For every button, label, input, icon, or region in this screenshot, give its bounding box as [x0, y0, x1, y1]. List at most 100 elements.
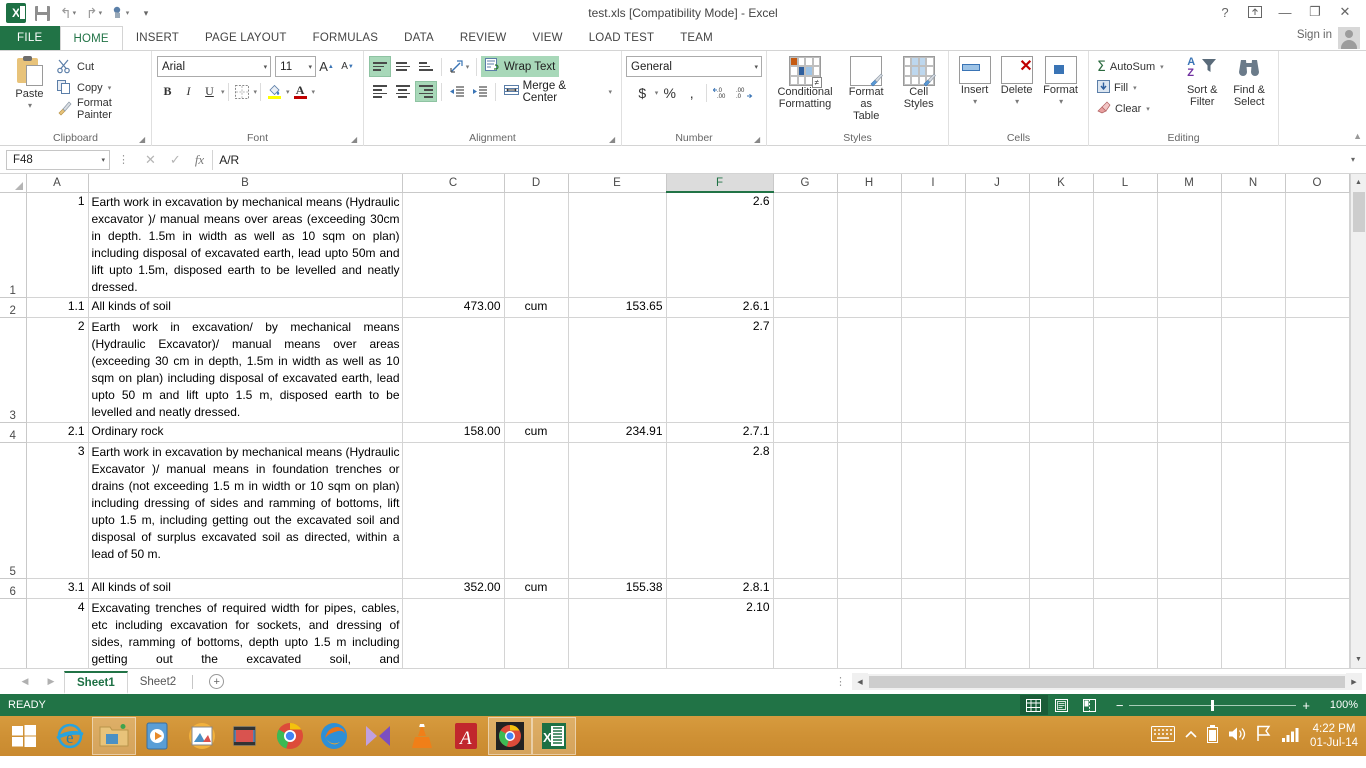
cell-N3[interactable]: [1221, 317, 1286, 423]
find-select-button[interactable]: Find & Select: [1225, 54, 1273, 130]
tab-page-layout[interactable]: PAGE LAYOUT: [192, 26, 300, 50]
ribbon-display-options-icon[interactable]: [1240, 2, 1270, 22]
center-button[interactable]: [392, 81, 414, 102]
cell-L2[interactable]: [1093, 297, 1158, 318]
increase-font-size-button[interactable]: A ▲: [316, 56, 337, 77]
touch-mode-icon[interactable]: ▾: [108, 2, 132, 24]
clear-button[interactable]: Clear ▾: [1094, 98, 1179, 119]
cell-O2[interactable]: [1285, 297, 1350, 318]
tab-view[interactable]: VIEW: [519, 26, 575, 50]
cell-N6[interactable]: [1221, 578, 1286, 599]
undo-icon[interactable]: ↰ ▾: [56, 2, 80, 24]
cell-F2[interactable]: 2.6.1: [666, 297, 774, 318]
col-header-e[interactable]: E: [568, 174, 667, 193]
horizontal-scroll-thumb[interactable]: [869, 675, 1345, 688]
cell-K6[interactable]: [1029, 578, 1094, 599]
cell-J3[interactable]: [965, 317, 1030, 423]
zoom-in-button[interactable]: +: [1296, 698, 1316, 713]
cell-E5[interactable]: [568, 442, 667, 579]
decrease-font-size-button[interactable]: A ▼: [337, 56, 358, 77]
col-header-a[interactable]: A: [26, 174, 89, 193]
row-header[interactable]: 3: [0, 317, 27, 423]
adobe-reader-icon[interactable]: A: [444, 717, 488, 755]
font-name-dropdown-icon[interactable]: ▾: [264, 63, 268, 71]
cell-B6[interactable]: All kinds of soil: [88, 578, 403, 599]
cell-I4[interactable]: [901, 422, 966, 443]
chrome-icon[interactable]: [268, 717, 312, 755]
col-header-o[interactable]: O: [1285, 174, 1350, 193]
col-header-b[interactable]: B: [88, 174, 403, 193]
cell-G4[interactable]: [773, 422, 838, 443]
enter-icon[interactable]: ✓: [170, 152, 181, 168]
cell-J1[interactable]: [965, 192, 1030, 298]
save-icon[interactable]: [30, 2, 54, 24]
cell-G5[interactable]: [773, 442, 838, 579]
horizontal-scrollbar[interactable]: ◀ ▶: [852, 673, 1362, 690]
copy-button[interactable]: Copy ▾: [54, 77, 146, 98]
cell-A3[interactable]: 2: [26, 317, 89, 423]
normal-view-button[interactable]: [1019, 695, 1048, 715]
cell-A2[interactable]: 1.1: [26, 297, 89, 318]
cell-G1[interactable]: [773, 192, 838, 298]
cell-M6[interactable]: [1157, 578, 1222, 599]
cell-K2[interactable]: [1029, 297, 1094, 318]
cell-B4[interactable]: Ordinary rock: [88, 422, 403, 443]
cell-H4[interactable]: [837, 422, 902, 443]
cell-L4[interactable]: [1093, 422, 1158, 443]
clipboard-dialog-launcher-icon[interactable]: ◢: [139, 135, 148, 144]
name-box[interactable]: F48 ▾: [6, 149, 110, 170]
name-box-dropdown-icon[interactable]: ▾: [101, 156, 105, 164]
percent-style-button[interactable]: %: [659, 82, 680, 103]
font-name-input[interactable]: Arial ▾: [157, 56, 272, 77]
cell-I3[interactable]: [901, 317, 966, 423]
show-hidden-icons[interactable]: [1185, 727, 1197, 745]
vlc-icon[interactable]: [400, 717, 444, 755]
cell-J6[interactable]: [965, 578, 1030, 599]
cell-O6[interactable]: [1285, 578, 1350, 599]
cell-D[interactable]: [504, 598, 569, 668]
col-header-j[interactable]: J: [965, 174, 1030, 193]
cell-A6[interactable]: 3.1: [26, 578, 89, 599]
cell-I[interactable]: [901, 598, 966, 668]
cell-E[interactable]: [568, 598, 667, 668]
cell-A[interactable]: 4: [26, 598, 89, 668]
align-right-button[interactable]: [414, 81, 437, 102]
media-app-icon[interactable]: [356, 717, 400, 755]
tab-home[interactable]: HOME: [59, 26, 123, 50]
zoom-slider[interactable]: − +: [1104, 698, 1322, 713]
avatar[interactable]: [1338, 27, 1360, 49]
cell-F4[interactable]: 2.7.1: [666, 422, 774, 443]
sheet-tab-sheet2[interactable]: Sheet2: [128, 670, 188, 693]
cell-N2[interactable]: [1221, 297, 1286, 318]
autosum-dropdown-icon[interactable]: ▾: [1160, 63, 1164, 71]
cell-E4[interactable]: 234.91: [568, 422, 667, 443]
scroll-right-icon[interactable]: ▶: [1346, 673, 1362, 690]
cell-B[interactable]: Excavating trenches of required width fo…: [88, 598, 403, 668]
row-header[interactable]: 6: [0, 578, 27, 599]
cell-K3[interactable]: [1029, 317, 1094, 423]
vertical-scroll-thumb[interactable]: [1352, 192, 1365, 232]
cancel-icon[interactable]: ✕: [145, 152, 156, 168]
col-header-h[interactable]: H: [837, 174, 902, 193]
font-size-input[interactable]: 11 ▾: [275, 56, 316, 77]
fill-button[interactable]: Fill ▾: [1094, 77, 1179, 98]
internet-explorer-icon[interactable]: e: [48, 717, 92, 755]
scroll-up-icon[interactable]: ▲: [1350, 174, 1366, 191]
cell-I1[interactable]: [901, 192, 966, 298]
cell-A1[interactable]: 1: [26, 192, 89, 298]
horizontal-split-handle[interactable]: ⋮: [835, 675, 852, 688]
italic-button[interactable]: I: [178, 81, 199, 102]
alignment-dialog-launcher-icon[interactable]: ◢: [609, 135, 618, 144]
restore-button[interactable]: ❐: [1300, 2, 1330, 22]
cell-M4[interactable]: [1157, 422, 1222, 443]
photo-viewer-icon[interactable]: [180, 717, 224, 755]
cell-F6[interactable]: 2.8.1: [666, 578, 774, 599]
cell-M[interactable]: [1157, 598, 1222, 668]
delete-cells-button[interactable]: ✕ Delete ▾: [995, 54, 1038, 130]
cell-N5[interactable]: [1221, 442, 1286, 579]
merge-center-button[interactable]: Merge & Center ▾: [500, 80, 616, 104]
cell-J4[interactable]: [965, 422, 1030, 443]
orientation-button[interactable]: ▾: [446, 56, 472, 77]
fill-dropdown-icon[interactable]: ▾: [1133, 84, 1137, 92]
format-as-table-button[interactable]: Format as Table: [838, 54, 894, 130]
